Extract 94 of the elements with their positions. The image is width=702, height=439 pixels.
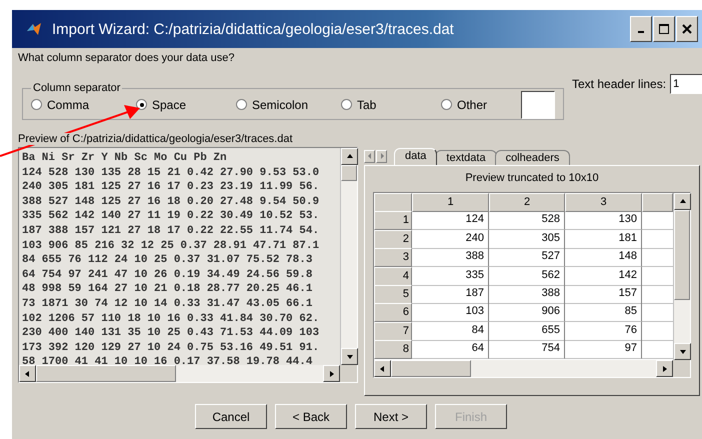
vertical-scrollbar[interactable] [340,148,357,365]
scrollbar-thumb[interactable] [36,365,176,382]
scrollbar-thumb[interactable] [391,360,471,377]
minimize-icon [638,31,644,33]
preview-line: 103 906 85 216 32 12 25 0.37 28.91 47.71 87.1 [22,238,320,254]
preview-line: 73 1871 30 74 12 10 14 0.33 31.47 43.05 66.1 [22,296,314,312]
table-cell: 562 [489,266,565,286]
minimize-button[interactable] [630,16,652,42]
table-cell: 906 [489,303,565,322]
table-cell: 655 [489,322,565,341]
scrollbar-corner [340,365,357,382]
scrollbar-thumb[interactable] [341,165,357,181]
table-cell: 335 [412,266,489,286]
preview-line: 187 388 157 121 27 18 17 0.22 22.55 11.74 54. [22,224,320,239]
tab-left-button[interactable] [364,150,375,162]
preview-line: 48 998 59 164 27 10 21 0.18 28.77 20.25 46.1 [22,282,314,297]
scroll-up-button[interactable] [674,193,691,210]
table-cell: 157 [565,284,642,304]
preview-line: Ba Ni Sr Zr Y Nb Sc Mo Cu Pb Zn [22,151,228,166]
maximize-icon [659,24,669,34]
horizontal-scrollbar[interactable] [374,360,673,377]
row-header: 8 [374,340,412,360]
column-header: 3 [565,193,642,212]
row-header: 1 [374,211,412,230]
row-header: 6 [374,303,412,322]
horizontal-scrollbar[interactable] [19,365,340,382]
table-cell: 388 [412,248,489,268]
table-cell: 84 [412,322,489,341]
preview-line: 240 305 181 125 27 16 17 0.23 23.19 11.99 56. [22,180,320,195]
scroll-down-button[interactable] [674,343,691,360]
table-cell: 130 [565,211,642,230]
scroll-left-button[interactable] [374,360,391,377]
table-cell: 142 [565,266,642,286]
table-cell: 64 [412,340,489,360]
row-header: 2 [374,230,412,249]
preview-line: 388 527 148 125 27 16 18 0.20 27.48 9.54 50.9 [22,194,320,210]
column-header: 1 [412,193,489,212]
table-cell: 148 [565,248,642,268]
close-icon [682,24,692,34]
tab[interactable]: data [394,148,438,165]
table-cell: 240 [412,230,489,249]
radio-option[interactable]: Tab [341,98,441,112]
table-cell: 528 [489,211,565,230]
table-cell: 181 [565,230,642,249]
wizard-button[interactable]: Next > [355,404,427,429]
preview-line: 102 1206 57 110 18 10 16 0.33 41.84 30.70 62. [22,312,320,326]
table-cell: 388 [489,284,565,304]
close-button[interactable] [676,16,698,42]
group-label: Column separator [32,82,122,94]
preview-label: Preview of C:/patrizia/didattica/geologia/eser3/traces.dat [18,133,293,145]
wizard-button[interactable]: Cancel [195,404,267,429]
preview-line: 124 528 130 135 28 15 21 0.42 27.90 9.53 53.0 [22,166,320,180]
row-header: 3 [374,248,412,268]
preview-line: 173 392 120 129 27 10 24 0.75 53.16 49.51 91. [22,340,320,356]
row-header: 5 [374,284,412,304]
radio-option[interactable]: Other [441,98,501,112]
table-cell: 85 [565,303,642,322]
scroll-right-button[interactable] [323,365,340,382]
scroll-left-button[interactable] [19,365,36,382]
preview-line: 64 754 97 241 47 10 26 0.19 34.49 24.56 59.8 [22,268,314,282]
window-title: Import Wizard: C:/patrizia/didattica/geologia/eser3/traces.dat [52,20,455,38]
scroll-right-button[interactable] [656,360,673,377]
header-lines-field[interactable]: 1 [670,74,702,94]
preview-line: 335 562 142 140 27 11 19 0.22 30.49 10.52 53. [22,209,320,224]
other-field[interactable] [521,90,555,118]
radio-option[interactable]: Semicolon [236,98,341,112]
scroll-down-button[interactable] [341,348,358,365]
table-cell: 187 [412,284,489,304]
app-logo-icon [26,21,42,37]
preview-line: 230 400 140 131 35 10 25 0.43 71.53 44.09 103 [22,326,320,341]
table-cell: 305 [489,230,565,249]
arrow-left-icon [366,153,372,159]
arrow-right-icon [378,153,384,159]
table-caption: Preview truncated to 10x10 [465,172,599,184]
wizard-button[interactable]: < Back [275,404,347,429]
scrollbar-thumb[interactable] [674,210,690,300]
table-cell: 124 [412,211,489,230]
column-header: 2 [489,193,565,212]
preview-line: 84 655 76 112 24 10 25 0.37 31.07 75.52 78.3 [22,253,314,268]
maximize-button[interactable] [653,16,675,42]
tab-right-button[interactable] [376,150,387,162]
table-cell: 754 [489,340,565,360]
field-label: Text header lines: [572,77,666,91]
scroll-up-button[interactable] [341,148,358,165]
question-text: What column separator does your data use? [17,51,236,64]
vertical-scrollbar[interactable] [673,193,690,360]
table-cell: 527 [489,248,565,268]
tab[interactable]: colheaders [494,150,570,165]
preview-line: 58 1700 41 41 10 10 16 0.17 37.58 19.78 44.4 [22,355,314,365]
table-cell: 76 [565,322,642,341]
table-cell: 97 [565,340,642,360]
row-header: 7 [374,322,412,341]
table-cell: 103 [412,303,489,322]
row-header: 4 [374,266,412,286]
